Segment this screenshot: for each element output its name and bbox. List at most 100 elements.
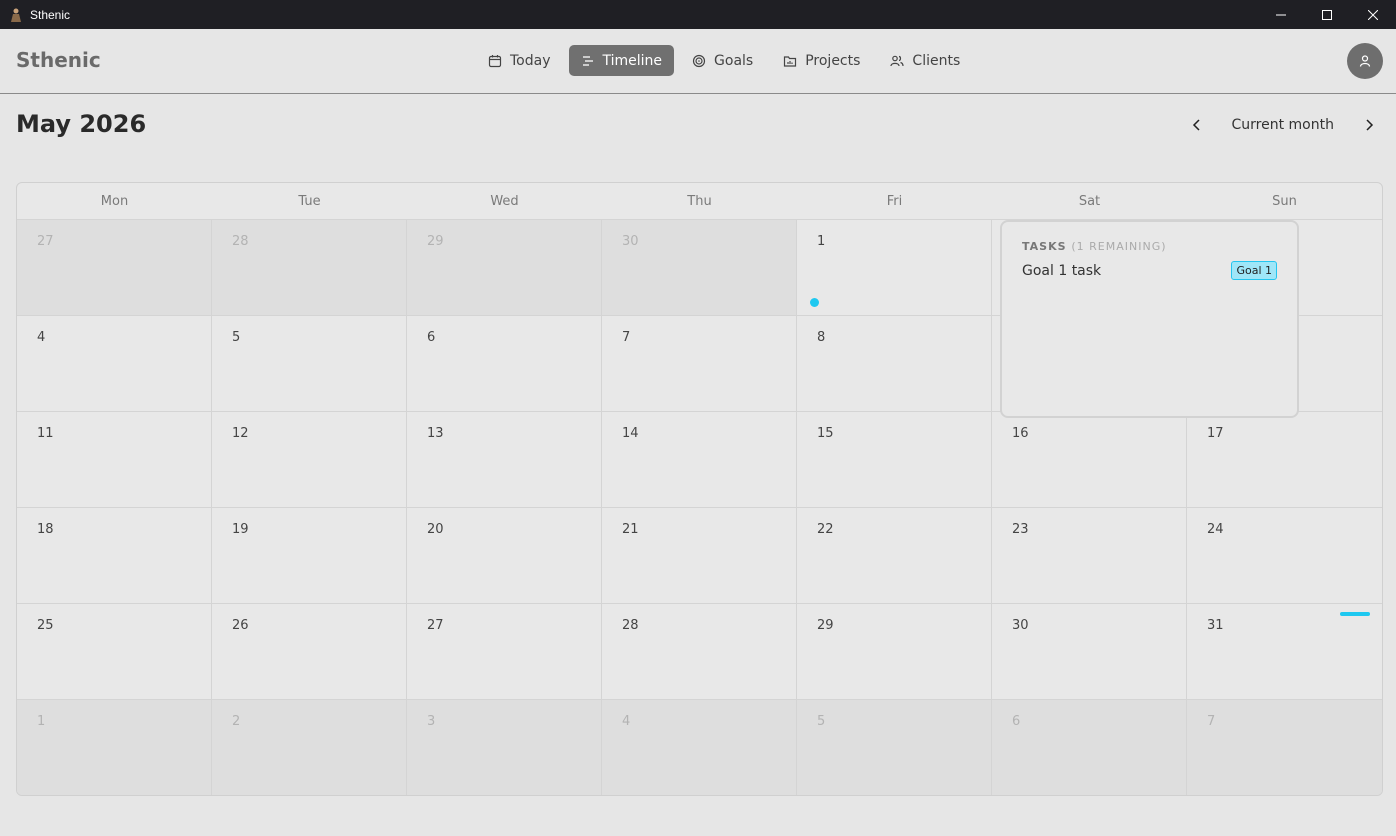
- timeline-icon: [582, 55, 593, 66]
- goal-indicator-bar[interactable]: [1340, 612, 1370, 616]
- day-cell[interactable]: 28: [212, 220, 407, 316]
- day-cell[interactable]: 2: [212, 700, 407, 795]
- weekday-header: Mon Tue Wed Thu Fri Sat Sun: [17, 183, 1382, 220]
- chevron-right-icon: [1366, 119, 1374, 131]
- day-number: 11: [37, 426, 54, 441]
- brand-logo[interactable]: Sthenic: [16, 48, 101, 72]
- day-number: 7: [622, 330, 631, 345]
- day-cell[interactable]: 22: [797, 508, 992, 604]
- day-cell[interactable]: 12: [212, 412, 407, 508]
- chevron-left-icon: [1192, 119, 1200, 131]
- weekday-label: Sat: [1078, 194, 1101, 209]
- nav-projects[interactable]: Projects: [771, 45, 872, 76]
- day-cell[interactable]: 27: [17, 220, 212, 316]
- day-cell[interactable]: 25: [17, 604, 212, 700]
- task-item[interactable]: Goal 1 task Goal 1: [1022, 261, 1277, 280]
- weekday-label: Fri: [886, 194, 903, 209]
- calendar-icon: [488, 54, 502, 67]
- goal-badge[interactable]: Goal 1: [1231, 261, 1277, 280]
- day-number: 18: [37, 522, 54, 537]
- day-cell[interactable]: 16: [992, 412, 1187, 508]
- user-icon: [1359, 55, 1371, 67]
- day-cell[interactable]: 5: [212, 316, 407, 412]
- nav-today-label: Today: [510, 52, 551, 69]
- day-number: 22: [817, 522, 834, 537]
- window-titlebar: Sthenic: [0, 0, 1396, 29]
- day-cell[interactable]: 18: [17, 508, 212, 604]
- day-number: 19: [232, 522, 249, 537]
- day-cell[interactable]: 19: [212, 508, 407, 604]
- users-icon: [890, 55, 905, 66]
- day-cell[interactable]: 29: [407, 220, 602, 316]
- day-cell[interactable]: 7: [602, 316, 797, 412]
- day-number: 20: [427, 522, 444, 537]
- weekday-label: Mon: [100, 194, 129, 209]
- day-cell[interactable]: 14: [602, 412, 797, 508]
- minimize-button[interactable]: [1258, 0, 1304, 29]
- day-number: 4: [37, 330, 46, 345]
- day-cell[interactable]: 3: [407, 700, 602, 795]
- day-number: 29: [427, 234, 444, 249]
- day-number: 26: [232, 618, 249, 633]
- day-cell[interactable]: 28: [602, 604, 797, 700]
- day-number: 31: [1207, 618, 1224, 633]
- day-number: 21: [622, 522, 639, 537]
- page-title: May 2026: [16, 110, 147, 138]
- nav-clients-label: Clients: [912, 52, 961, 69]
- day-cell[interactable]: 30: [992, 604, 1187, 700]
- day-cell[interactable]: 24: [1187, 508, 1382, 604]
- nav-timeline[interactable]: Timeline: [568, 45, 675, 76]
- day-cell[interactable]: 4: [602, 700, 797, 795]
- day-cell[interactable]: 17: [1187, 412, 1382, 508]
- app-icon: [11, 8, 21, 22]
- day-cell[interactable]: 15: [797, 412, 992, 508]
- day-cell[interactable]: 6: [992, 700, 1187, 795]
- target-icon: [692, 54, 706, 67]
- day-cell[interactable]: 31: [1187, 604, 1382, 700]
- day-number: 5: [817, 714, 826, 729]
- month-navigation: Current month: [1186, 114, 1380, 136]
- task-indicator-dot[interactable]: [810, 298, 819, 307]
- window-title: Sthenic: [30, 7, 71, 22]
- day-number: 28: [622, 618, 639, 633]
- day-number: 14: [622, 426, 639, 441]
- nav-goals[interactable]: Goals: [680, 45, 765, 76]
- day-cell[interactable]: 11: [17, 412, 212, 508]
- day-number: 5: [232, 330, 241, 345]
- prev-month-button[interactable]: [1186, 114, 1208, 136]
- maximize-button[interactable]: [1304, 0, 1350, 29]
- day-number: 24: [1207, 522, 1224, 537]
- nav-clients[interactable]: Clients: [878, 45, 972, 76]
- day-cell[interactable]: 30: [602, 220, 797, 316]
- task-name: Goal 1 task: [1022, 262, 1102, 279]
- next-month-button[interactable]: [1358, 114, 1380, 136]
- day-cell[interactable]: 27: [407, 604, 602, 700]
- day-number: 27: [37, 234, 54, 249]
- day-number: 8: [817, 330, 826, 345]
- day-cell[interactable]: 4: [17, 316, 212, 412]
- day-cell[interactable]: 21: [602, 508, 797, 604]
- day-cell[interactable]: 13: [407, 412, 602, 508]
- day-cell[interactable]: 26: [212, 604, 407, 700]
- day-cell[interactable]: 8: [797, 316, 992, 412]
- day-cell[interactable]: 23: [992, 508, 1187, 604]
- day-cell[interactable]: 20: [407, 508, 602, 604]
- nav-today[interactable]: Today: [476, 45, 563, 76]
- day-number: 25: [37, 618, 54, 633]
- current-month-button[interactable]: Current month: [1222, 117, 1344, 133]
- day-cell[interactable]: 1: [17, 700, 212, 795]
- weekday-label: Sun: [1272, 194, 1297, 209]
- nav-goals-label: Goals: [714, 52, 754, 69]
- close-icon: [1368, 9, 1378, 20]
- day-cell[interactable]: 6: [407, 316, 602, 412]
- avatar[interactable]: [1347, 43, 1383, 79]
- day-cell[interactable]: 5: [797, 700, 992, 795]
- day-cell[interactable]: 7: [1187, 700, 1382, 795]
- close-button[interactable]: [1350, 0, 1396, 29]
- day-number: 2: [232, 714, 241, 729]
- day-cell[interactable]: 29: [797, 604, 992, 700]
- day-number: 15: [817, 426, 834, 441]
- day-number: 3: [427, 714, 436, 729]
- day-number: 17: [1207, 426, 1224, 441]
- day-cell[interactable]: 1: [797, 220, 992, 316]
